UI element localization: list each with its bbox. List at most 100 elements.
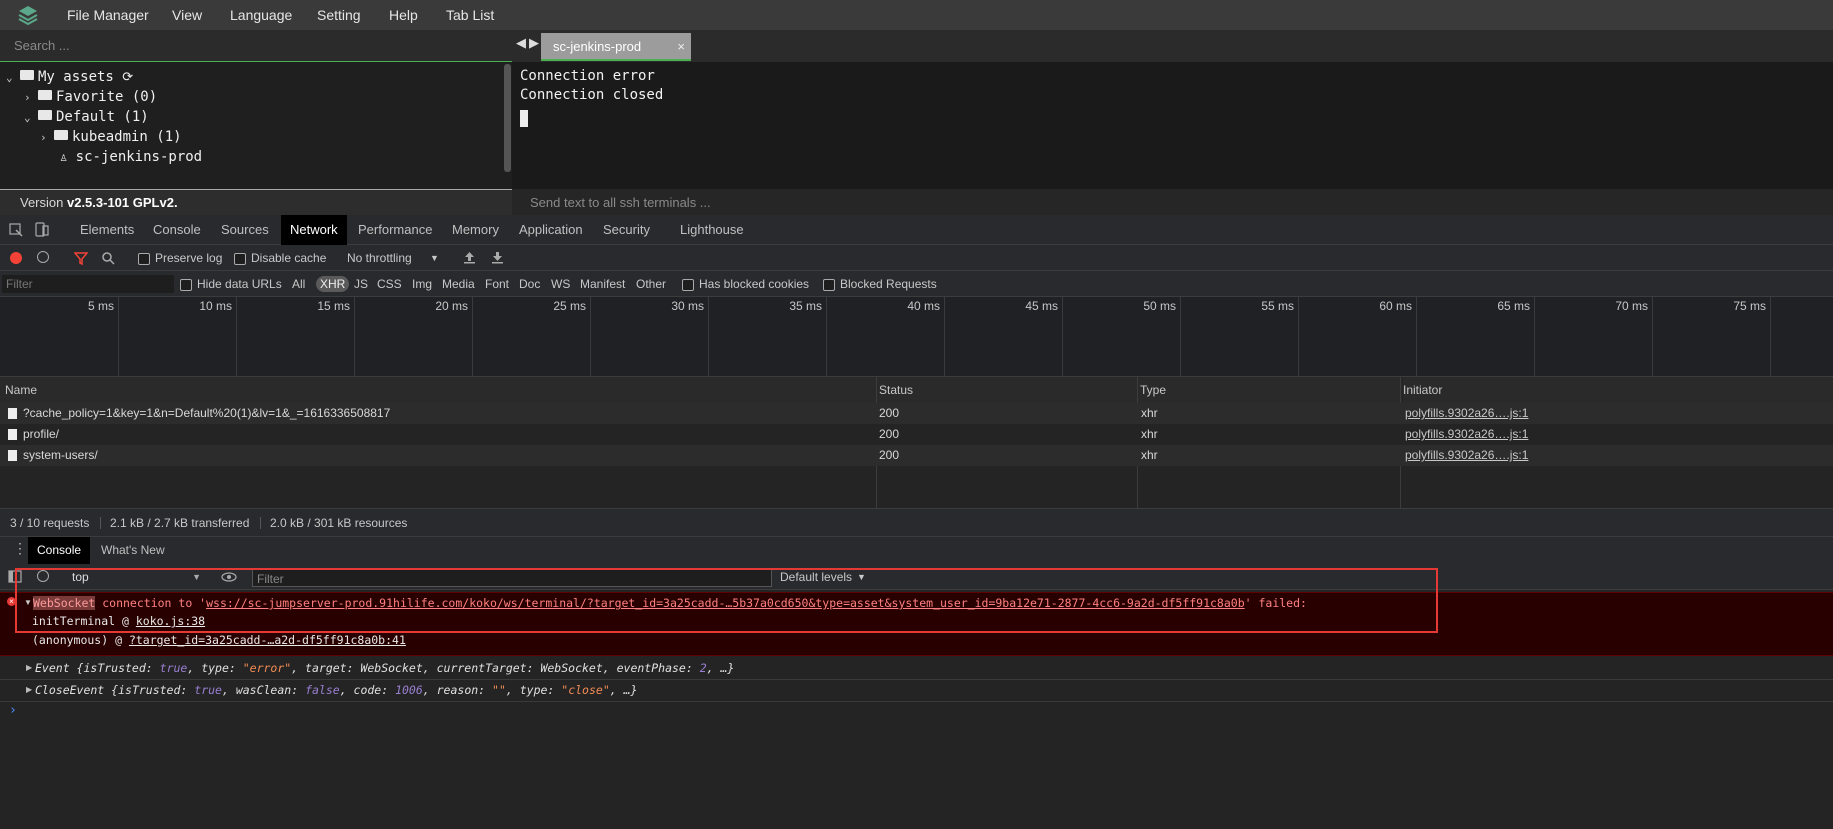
hide-data-urls-label: Hide data URLs [197,277,282,291]
table-row[interactable]: system-users/ 200 xhr polyfills.9302a26…… [0,445,1833,466]
blocked-requests-checkbox[interactable] [823,279,835,291]
export-har-icon[interactable] [491,251,504,264]
column-header-name[interactable]: Name [0,377,881,403]
chevron-right-icon[interactable]: › [24,88,38,108]
network-overview-timeline[interactable]: 5 ms 10 ms 15 ms 20 ms 25 ms 30 ms 35 ms 40 ms 4… [0,297,1833,377]
folder-icon [54,130,68,140]
tree-node-favorite-label: Favorite (0) [56,89,158,105]
version-prefix: Version [20,195,67,210]
stack-frame-2-link[interactable]: ?target_id=3a25cadd-…a2d-df5ff91c8a0b:41 [129,633,406,647]
timeline-tick-label: 65 ms [1497,299,1530,313]
type-filter-all[interactable]: All [292,271,305,297]
menu-setting[interactable]: Setting [317,0,361,30]
caret-down-icon[interactable]: ▼ [430,245,439,271]
tree-node-default[interactable]: ⌄ Default (1) [24,107,149,127]
filter-icon[interactable] [74,252,88,265]
timeline-gridline [472,297,473,377]
type-filter-ws[interactable]: WS [551,271,570,297]
type-filter-xhr[interactable]: XHR [316,276,350,292]
tab-elements[interactable]: Elements [80,215,134,245]
search-icon[interactable] [101,251,115,265]
tab-memory[interactable]: Memory [452,215,499,245]
asset-tree-scrollbar[interactable] [504,64,511,172]
column-header-type[interactable]: Type [1140,377,1402,403]
type-filter-font[interactable]: Font [485,271,509,297]
drawer-tab-console[interactable]: Console [28,537,91,564]
network-filter-input[interactable] [2,275,174,293]
device-toolbar-icon[interactable] [35,222,49,238]
type-filter-css[interactable]: CSS [377,271,402,297]
column-header-initiator[interactable]: Initiator [1403,377,1833,403]
tree-node-default-label: Default (1) [56,109,149,125]
request-initiator-link[interactable]: polyfills.9302a26….js:1 [1405,424,1528,445]
menu-language[interactable]: Language [230,0,292,30]
network-filter-row: Hide data URLs All XHR JS CSS Img Media … [0,271,1833,297]
tab-scroll-right-icon[interactable]: ▶ [529,35,539,51]
tree-root-my-assets[interactable]: ⌄ My assets ⟳ [6,67,133,87]
timeline-tick-label: 30 ms [671,299,704,313]
request-initiator-link[interactable]: polyfills.9302a26….js:1 [1405,403,1528,424]
request-type: xhr [1141,448,1158,462]
tab-application[interactable]: Application [519,215,583,245]
close-tab-icon[interactable]: × [677,33,685,61]
console-log-close-event[interactable]: ▶ CloseEvent {isTrusted: true, wasClean:… [0,679,1833,702]
chevron-right-icon[interactable]: › [40,128,54,148]
timeline-tick-label: 55 ms [1261,299,1294,313]
menu-view[interactable]: View [172,0,202,30]
expand-triangle-icon[interactable]: ▶ [26,685,32,694]
chevron-down-icon[interactable]: ⌄ [24,108,38,128]
tree-node-host[interactable]: ♙ sc-jenkins-prod [60,147,202,167]
chevron-down-icon[interactable]: ⌄ [6,68,20,88]
terminal-tab-sc-jenkins-prod[interactable]: sc-jenkins-prod × [541,33,691,61]
record-icon[interactable] [10,252,22,264]
menu-tab-list[interactable]: Tab List [446,0,494,30]
tab-sources[interactable]: Sources [221,215,269,245]
type-filter-js[interactable]: JS [354,271,368,297]
terminal-screen[interactable]: Connection error Connection closed [512,62,1833,189]
menu-file-manager[interactable]: File Manager [67,0,149,30]
send-to-all-input[interactable] [512,189,1833,215]
tree-node-favorite[interactable]: › Favorite (0) [24,87,157,107]
tab-security[interactable]: Security [603,215,650,245]
tab-scroll-left-icon[interactable]: ◀ [516,35,526,51]
type-filter-img[interactable]: Img [412,271,432,297]
type-filter-doc[interactable]: Doc [519,271,540,297]
has-blocked-cookies-checkbox[interactable] [682,279,694,291]
type-filter-media[interactable]: Media [442,271,475,297]
import-har-icon[interactable] [463,251,476,264]
tree-node-kubeadmin[interactable]: › kubeadmin (1) [40,127,182,147]
hide-data-urls-checkbox[interactable] [180,279,192,291]
type-filter-other[interactable]: Other [636,271,666,297]
menu-help[interactable]: Help [389,0,418,30]
request-name: ?cache_policy=1&key=1&n=Default%20(1)&lv… [23,406,391,420]
type-filter-manifest[interactable]: Manifest [580,271,625,297]
close-event-object-preview: CloseEvent {isTrusted: true, wasClean: f… [35,679,637,701]
highlight-annotation-box [15,568,1438,633]
throttling-select[interactable]: No throttling [347,245,412,271]
disable-cache-checkbox[interactable] [234,253,246,265]
refresh-icon[interactable]: ⟳ [122,70,133,85]
preserve-log-checkbox[interactable] [138,253,150,265]
table-row[interactable]: profile/ 200 xhr polyfills.9302a26….js:1 [0,424,1833,445]
console-prompt[interactable]: › [9,703,17,718]
event-p4: , …} [706,661,735,675]
console-log-event[interactable]: ▶ Event {isTrusted: true, type: "error",… [0,657,1833,680]
timeline-tick-label: 20 ms [435,299,468,313]
clear-icon[interactable] [37,251,49,263]
inspect-element-icon[interactable] [9,223,23,237]
devtools-tab-bar: Elements Console Sources Network Perform… [0,215,1833,245]
expand-triangle-icon[interactable]: ▶ [26,663,32,672]
table-row[interactable]: ?cache_policy=1&key=1&n=Default%20(1)&lv… [0,403,1833,424]
tab-console[interactable]: Console [153,215,201,245]
jumpserver-logo-icon[interactable] [16,4,40,28]
close-p3: , code: [339,683,396,697]
tab-network[interactable]: Network [281,215,347,245]
tab-performance[interactable]: Performance [358,215,432,245]
tab-lighthouse[interactable]: Lighthouse [680,215,744,245]
request-initiator-link[interactable]: polyfills.9302a26….js:1 [1405,445,1528,466]
close-p2: , wasClean: [221,683,306,697]
drawer-tab-whats-new[interactable]: What's New [101,537,165,564]
drawer-menu-icon[interactable]: ⋮ [13,540,27,557]
asset-search-input[interactable] [0,30,512,61]
event-v1: true [159,661,188,675]
